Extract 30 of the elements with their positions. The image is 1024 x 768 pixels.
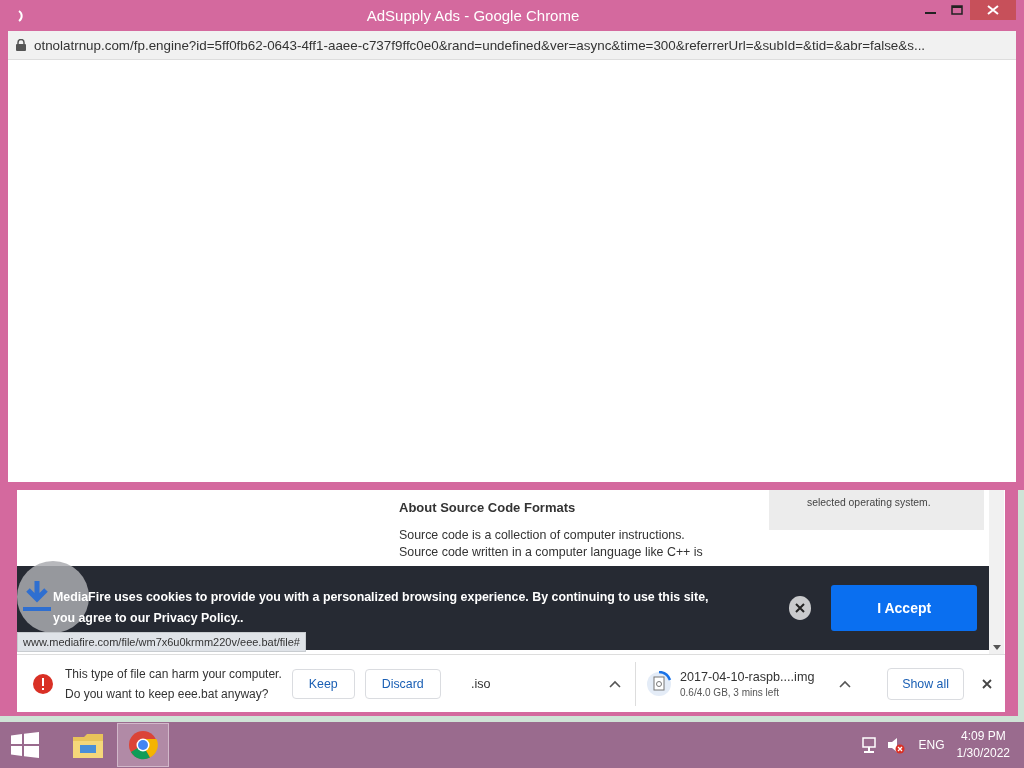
download-action-button[interactable]: Keep	[291, 668, 355, 699]
warning-icon	[33, 673, 53, 694]
status-url: www.mediafire.com/file/wm7x6u0krmm220v/eee.bat/file#	[17, 632, 306, 652]
accept-button[interactable]: I Accept	[831, 585, 977, 631]
windows-start-icon[interactable]	[11, 732, 39, 758]
browser-icon[interactable]	[128, 730, 158, 760]
download-filename[interactable]: 2017-04-10-raspb....img	[680, 669, 815, 684]
folder-icon[interactable]	[72, 731, 104, 759]
chevron-up-icon[interactable]	[839, 679, 851, 688]
section-heading: About Source Code Formats	[399, 500, 577, 515]
show-all-button[interactable]: Show all	[887, 667, 964, 700]
close-icon[interactable]	[970, 0, 1016, 20]
muted-speaker-icon[interactable]	[886, 736, 905, 754]
window-title: AdSupply Ads - Google Chrome	[365, 7, 581, 24]
close-icon	[795, 603, 806, 613]
file-progress-icon	[646, 670, 672, 697]
clock[interactable]: 4:09 PM 1/30/2022	[956, 728, 1010, 762]
language-indicator[interactable]: ENG	[918, 738, 945, 752]
download-filename[interactable]: .iso	[471, 676, 491, 691]
chevron-up-icon[interactable]	[609, 679, 621, 688]
download-action-button[interactable]: Discard	[364, 668, 441, 699]
lock-icon	[16, 39, 26, 51]
network-icon[interactable]	[860, 736, 879, 754]
sidebar-text: selected operating system.	[807, 497, 931, 508]
close-icon[interactable]	[982, 678, 992, 689]
download-status: 0.6/4.0 GB, 3 mins left	[680, 686, 780, 698]
close-button[interactable]	[788, 596, 812, 620]
scroll-down-icon[interactable]	[992, 645, 1001, 650]
paragraph: Source code is a collection of computer instructions. Source code written in a computer language like C++ is	[399, 527, 704, 561]
warning-text: This type of file can harm your computer. Do you want to keep eee.bat anyway?	[65, 665, 282, 703]
